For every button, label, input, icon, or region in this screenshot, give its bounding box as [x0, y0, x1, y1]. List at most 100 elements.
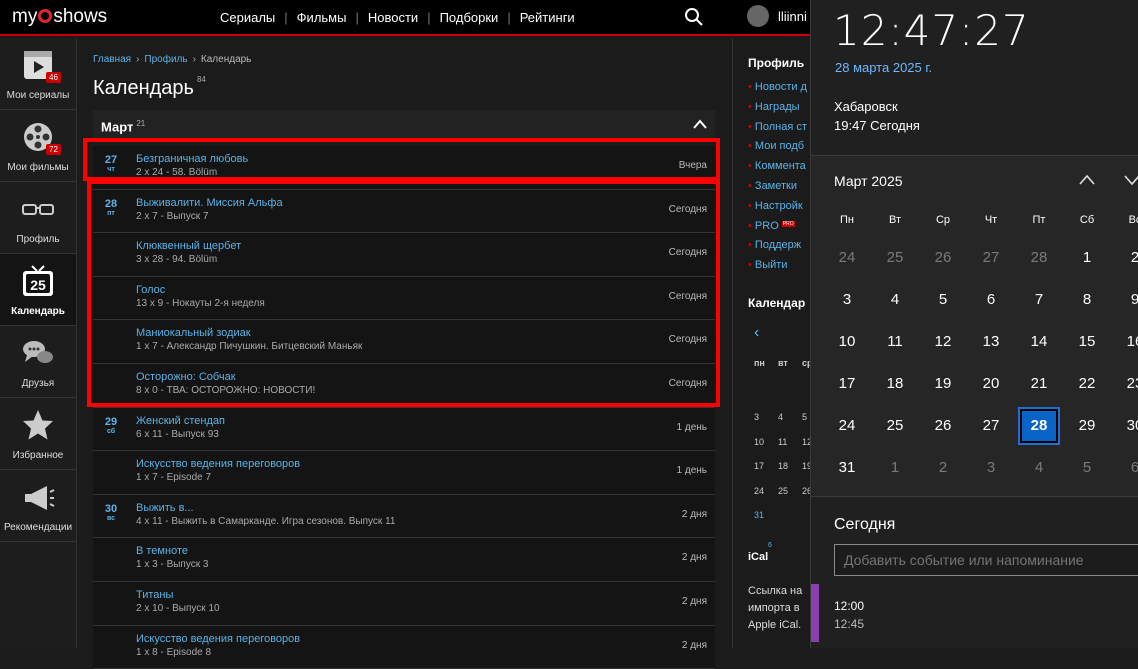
chevron-down-icon[interactable] [1124, 174, 1138, 186]
episode-show-title[interactable]: Титаны [136, 589, 173, 601]
profile-link[interactable]: Мои подб [748, 140, 807, 160]
profile-link[interactable]: Коммента [748, 160, 807, 180]
calendar-day[interactable]: 7 [1015, 279, 1063, 321]
calendar-day[interactable]: 13 [967, 321, 1015, 363]
episode-row[interactable]: 28 пт Выживалити. Миссия Альфа 2 x 7 - Выпу… [93, 189, 715, 234]
nav-films[interactable]: Фильмы [297, 10, 347, 25]
calendar-day[interactable]: 5 [919, 279, 967, 321]
sidebar-item-my-serials[interactable]: 46 Мои сериалы [0, 38, 76, 110]
episode-row[interactable]: Искусство ведения переговоров 1 x 7 - Epi… [93, 451, 715, 495]
calendar-day[interactable]: 10 [823, 321, 871, 363]
search-icon[interactable] [684, 7, 704, 27]
mini-day[interactable]: 10 [754, 437, 764, 447]
profile-link[interactable]: Поддерж [748, 239, 807, 259]
calendar-day-today[interactable]: 28 [1015, 405, 1063, 447]
calendar-day[interactable]: 26 [919, 237, 967, 279]
sidebar-item-calendar[interactable]: 25 Календарь [0, 254, 76, 326]
calendar-day[interactable]: 14 [1015, 321, 1063, 363]
calendar-day[interactable]: 26 [919, 405, 967, 447]
episode-row[interactable]: 27 чт Безграничная любовь 2 x 24 - 58. Bölü… [93, 146, 715, 190]
calendar-day[interactable]: 8 [1063, 279, 1111, 321]
episode-row[interactable]: 30 вс Выжить в... 4 x 11 - Выжить в Самарка… [93, 494, 715, 539]
mini-day[interactable]: 18 [778, 461, 788, 471]
episode-show-title[interactable]: Безграничная любовь [136, 153, 248, 165]
calendar-day[interactable]: 11 [871, 321, 919, 363]
mini-day[interactable]: 3 [754, 412, 759, 422]
episode-row[interactable]: Осторожно: Собчак 8 x 0 - ТВА: ОСТОРОЖНО:… [93, 363, 715, 408]
calendar-day[interactable]: 4 [871, 279, 919, 321]
mini-day[interactable]: 11 [778, 437, 787, 447]
calendar-day[interactable]: 5 [1063, 447, 1111, 489]
calendar-day[interactable]: 1 [871, 447, 919, 489]
episode-row[interactable]: Голос 13 x 9 - Нокауты 2-я неделя Сегодня [93, 276, 715, 321]
profile-link[interactable]: Полная ст [748, 121, 807, 141]
episode-show-title[interactable]: Маниокальный зодиак [136, 327, 251, 339]
sidebar-item-friends[interactable]: Друзья [0, 326, 76, 398]
episode-show-title[interactable]: Выживалити. Миссия Альфа [136, 197, 283, 209]
calendar-day[interactable]: 21 [1015, 363, 1063, 405]
calendar-day[interactable]: 3 [823, 279, 871, 321]
calendar-day[interactable]: 31 [823, 447, 871, 489]
mini-day[interactable]: 24 [754, 486, 764, 496]
calendar-day[interactable]: 30 [1111, 405, 1138, 447]
episode-show-title[interactable]: Клюквенный щербет [136, 240, 241, 252]
calendar-day[interactable]: 9 [1111, 279, 1138, 321]
breadcrumb-home[interactable]: Главная [93, 54, 131, 65]
calendar-day[interactable]: 12 [919, 321, 967, 363]
profile-link-pro[interactable]: PRO PRO [748, 220, 807, 240]
nav-news[interactable]: Новости [368, 10, 418, 25]
chevron-up-icon[interactable] [693, 118, 707, 130]
calendar-day[interactable]: 25 [871, 405, 919, 447]
calendar-day[interactable]: 27 [967, 237, 1015, 279]
episode-row[interactable]: Маниокальный зодиак 1 x 7 - Александр Пич… [93, 320, 715, 364]
episode-show-title[interactable]: Женский стендап [136, 415, 225, 427]
calendar-day[interactable]: 1 [1063, 237, 1111, 279]
calendar-day[interactable]: 24 [823, 405, 871, 447]
episode-show-title[interactable]: Осторожно: Собчак [136, 371, 236, 383]
breadcrumb-profile[interactable]: Профиль [144, 54, 187, 65]
mini-day[interactable]: 31 [754, 510, 764, 520]
month-header[interactable]: Март 21 [93, 110, 715, 140]
profile-link[interactable]: Настройк [748, 200, 807, 220]
mini-day[interactable]: 17 [754, 461, 764, 471]
episode-row[interactable]: 29 сб Женский стендап 6 x 11 - Выпуск 93 1 д… [93, 407, 715, 452]
username[interactable]: lliinni [778, 9, 807, 24]
calendar-day[interactable]: 16 [1111, 321, 1138, 363]
calendar-day[interactable]: 25 [871, 237, 919, 279]
nav-serials[interactable]: Сериалы [220, 10, 275, 25]
myshows-logo[interactable]: my shows [12, 6, 107, 28]
calendar-day[interactable]: 20 [967, 363, 1015, 405]
sidebar-item-favorites[interactable]: Избранное [0, 398, 76, 470]
sidebar-item-recommendations[interactable]: Рекомендации [0, 470, 76, 542]
episode-show-title[interactable]: Выжить в... [136, 502, 194, 514]
profile-link[interactable]: Выйти [748, 259, 807, 279]
calendar-day[interactable]: 24 [823, 237, 871, 279]
calendar-day[interactable]: 18 [871, 363, 919, 405]
profile-link[interactable]: Заметки [748, 180, 807, 200]
sidebar-item-profile[interactable]: Профиль [0, 182, 76, 254]
mini-day[interactable]: 25 [778, 486, 788, 496]
calendar-day[interactable]: 17 [823, 363, 871, 405]
calendar-day[interactable]: 2 [1111, 237, 1138, 279]
sidebar-item-my-films[interactable]: 72 Мои фильмы [0, 110, 76, 182]
clock-date[interactable]: 28 марта 2025 г. [835, 60, 932, 75]
add-event-input[interactable] [834, 544, 1138, 576]
calendar-day[interactable]: 27 [967, 405, 1015, 447]
nav-collections[interactable]: Подборки [440, 10, 499, 25]
mini-day[interactable]: 5 [802, 412, 807, 422]
calendar-day[interactable]: 29 [1063, 405, 1111, 447]
chevron-up-icon[interactable] [1079, 174, 1095, 186]
user-avatar[interactable] [747, 5, 769, 27]
calendar-day[interactable]: 19 [919, 363, 967, 405]
chevron-left-icon[interactable]: ‹ [754, 324, 759, 342]
calendar-month-title[interactable]: Март 2025 [834, 173, 903, 189]
mini-day[interactable]: 4 [778, 412, 783, 422]
episode-row[interactable]: Искусство ведения переговоров 1 x 8 - Epi… [93, 625, 715, 669]
nav-ratings[interactable]: Рейтинги [520, 10, 575, 25]
calendar-day[interactable]: 4 [1015, 447, 1063, 489]
calendar-day[interactable]: 2 [919, 447, 967, 489]
calendar-day[interactable]: 6 [967, 279, 1015, 321]
calendar-day[interactable]: 15 [1063, 321, 1111, 363]
episode-show-title[interactable]: В темноте [136, 545, 188, 557]
calendar-day[interactable]: 6 [1111, 447, 1138, 489]
